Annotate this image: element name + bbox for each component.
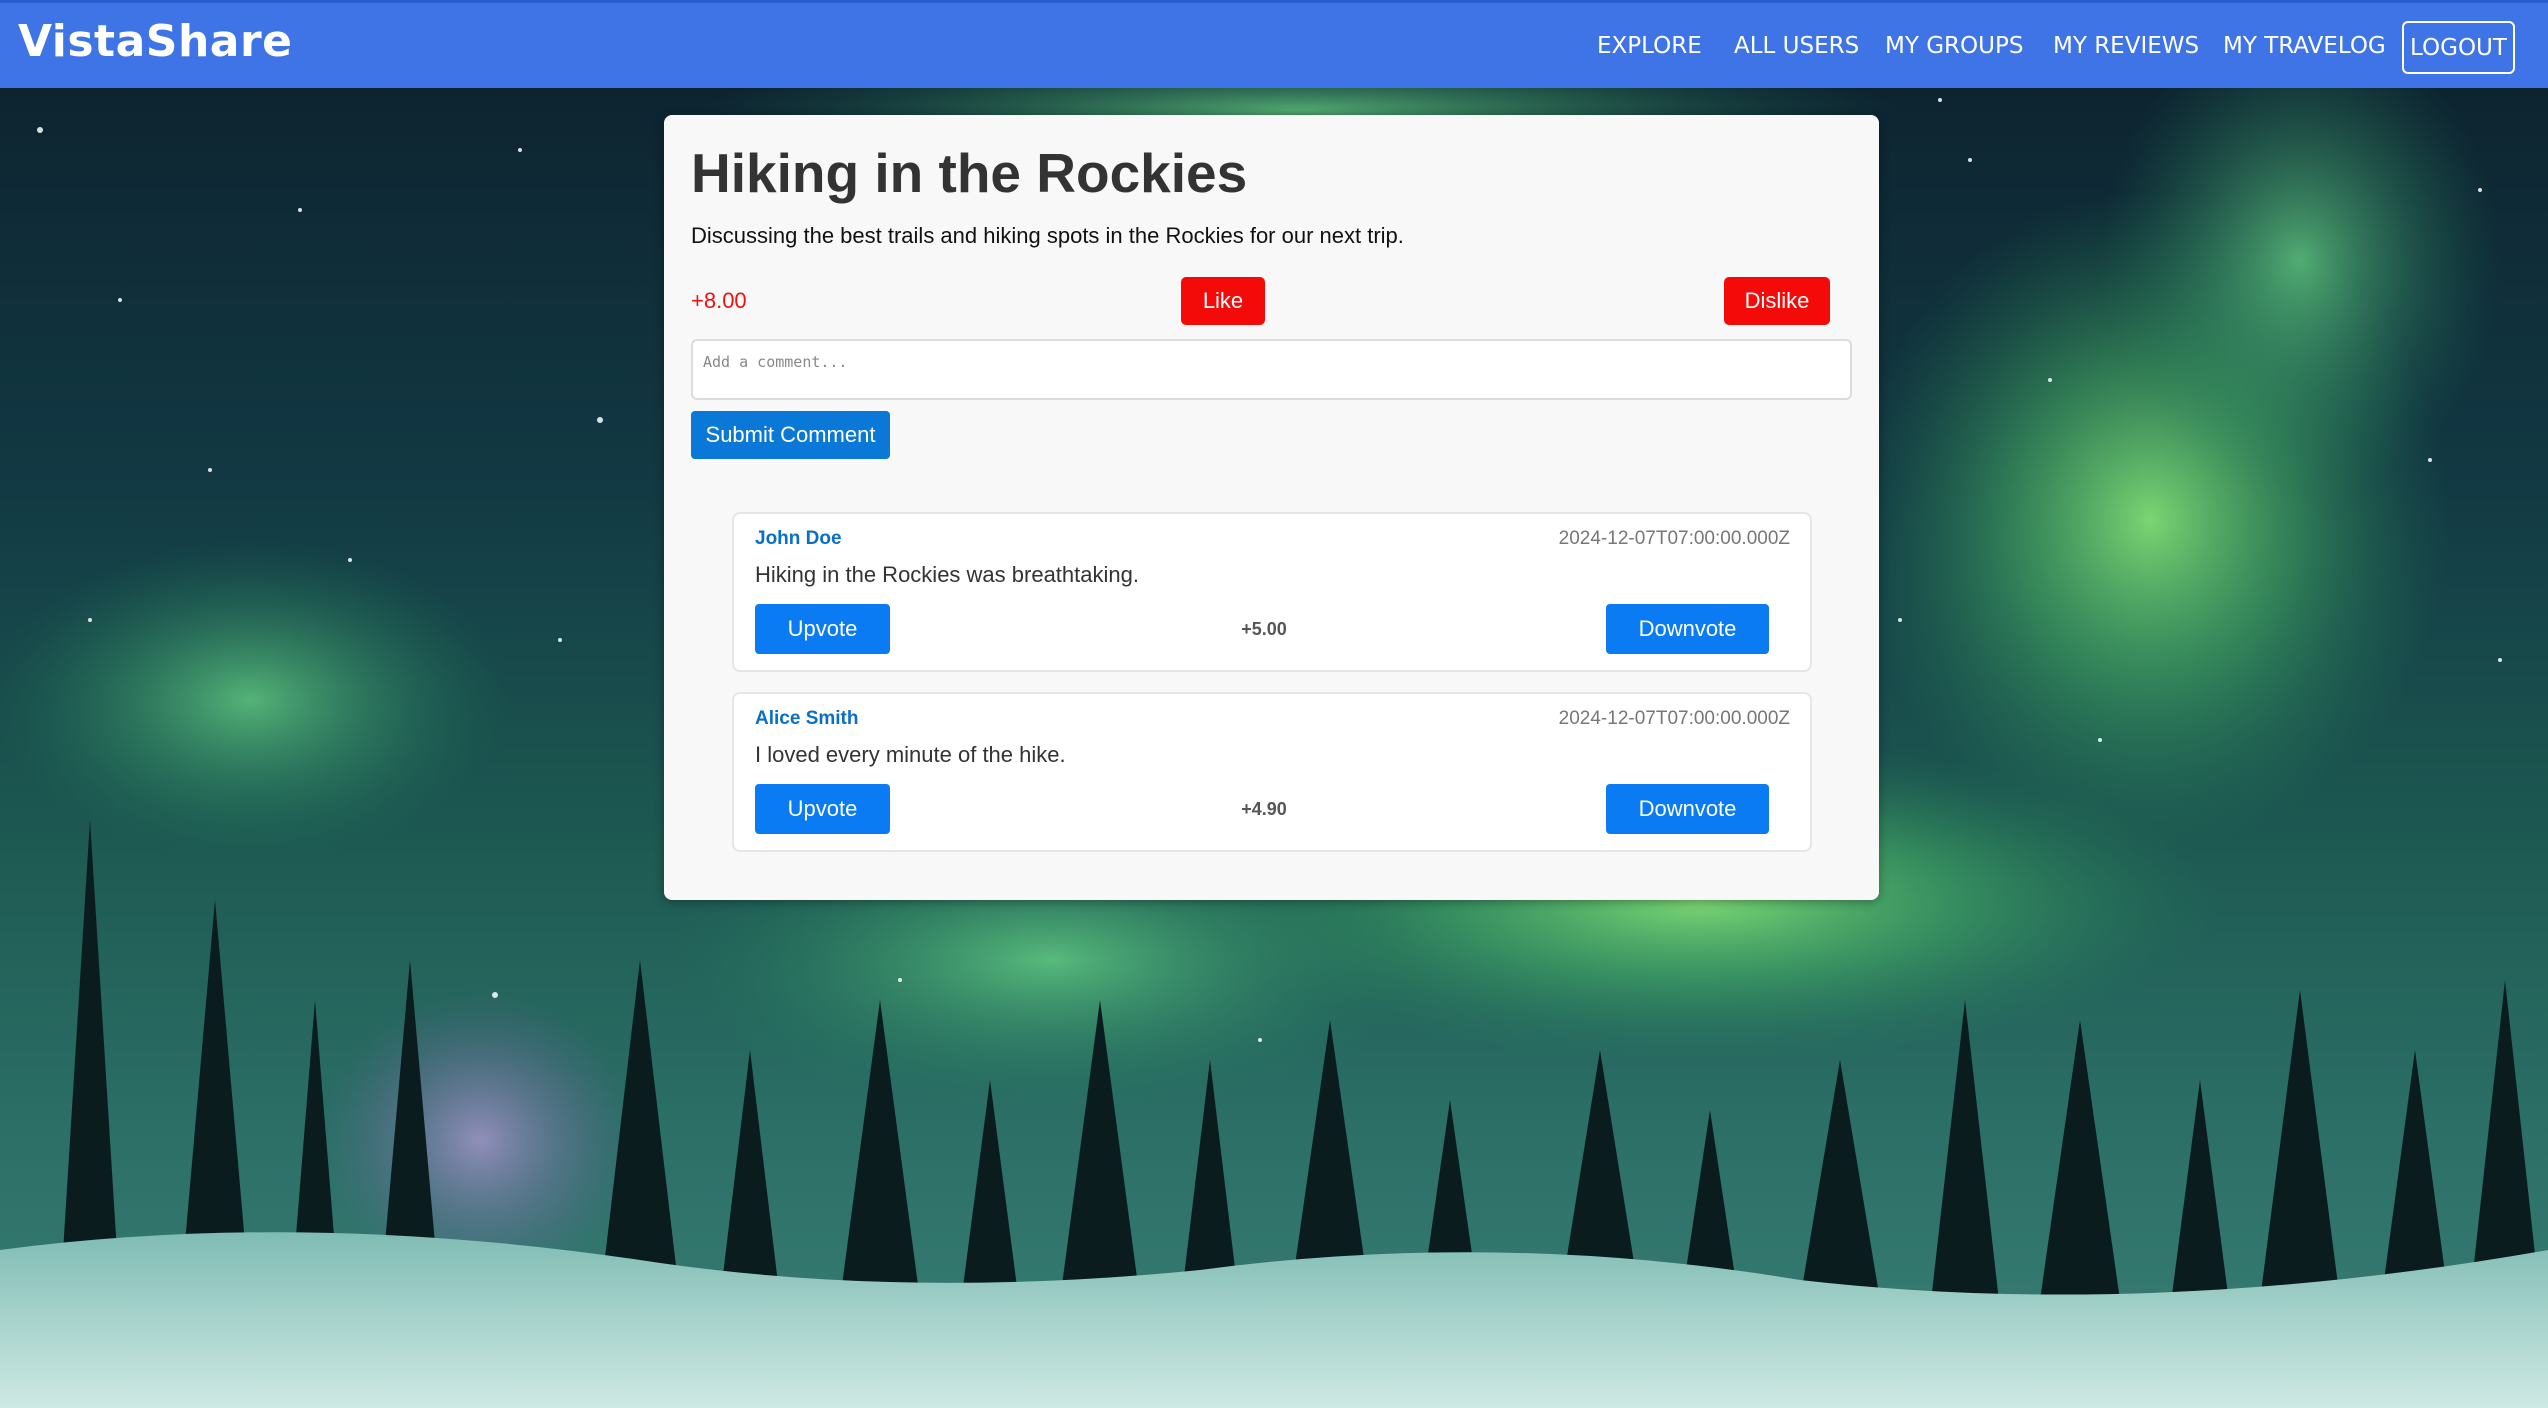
comment-item: Alice Smith 2024-12-07T07:00:00.000Z I l… xyxy=(732,692,1812,852)
comment-item: John Doe 2024-12-07T07:00:00.000Z Hiking… xyxy=(732,512,1812,672)
nav-all-users[interactable]: ALL USERS xyxy=(1734,33,1859,59)
comment-score: +5.00 xyxy=(1241,619,1287,639)
comment-score: +4.90 xyxy=(1241,799,1287,819)
submit-comment-button[interactable]: Submit Comment xyxy=(691,411,890,459)
post-score: +8.00 xyxy=(691,288,747,313)
downvote-button[interactable]: Downvote xyxy=(1606,604,1769,654)
top-navbar: VistaShare EXPLORE ALL USERS MY GROUPS M… xyxy=(0,0,2548,88)
downvote-button[interactable]: Downvote xyxy=(1606,784,1769,834)
logout-button[interactable]: LOGOUT xyxy=(2402,21,2515,74)
post-description: Discussing the best trails and hiking sp… xyxy=(691,223,1404,248)
comment-text: Hiking in the Rockies was breathtaking. xyxy=(755,562,1139,587)
comment-author[interactable]: John Doe xyxy=(755,528,842,550)
like-button[interactable]: Like xyxy=(1181,277,1265,325)
nav-my-travelog[interactable]: MY TRAVELOG xyxy=(2223,33,2386,59)
comment-input[interactable] xyxy=(691,339,1852,400)
upvote-button[interactable]: Upvote xyxy=(755,784,890,834)
post-title: Hiking in the Rockies xyxy=(691,142,1248,204)
brand-logo[interactable]: VistaShare xyxy=(18,16,293,67)
dislike-button[interactable]: Dislike xyxy=(1724,277,1830,325)
comment-date: 2024-12-07T07:00:00.000Z xyxy=(1558,708,1790,729)
nav-explore[interactable]: EXPLORE xyxy=(1597,33,1702,59)
nav-my-groups[interactable]: MY GROUPS xyxy=(1885,33,2023,59)
comment-text: I loved every minute of the hike. xyxy=(755,742,1066,767)
nav-my-reviews[interactable]: MY REVIEWS xyxy=(2053,33,2199,59)
upvote-button[interactable]: Upvote xyxy=(755,604,890,654)
comment-date: 2024-12-07T07:00:00.000Z xyxy=(1558,528,1790,549)
post-card: Hiking in the Rockies Discussing the bes… xyxy=(664,115,1879,900)
comment-author[interactable]: Alice Smith xyxy=(755,708,858,730)
